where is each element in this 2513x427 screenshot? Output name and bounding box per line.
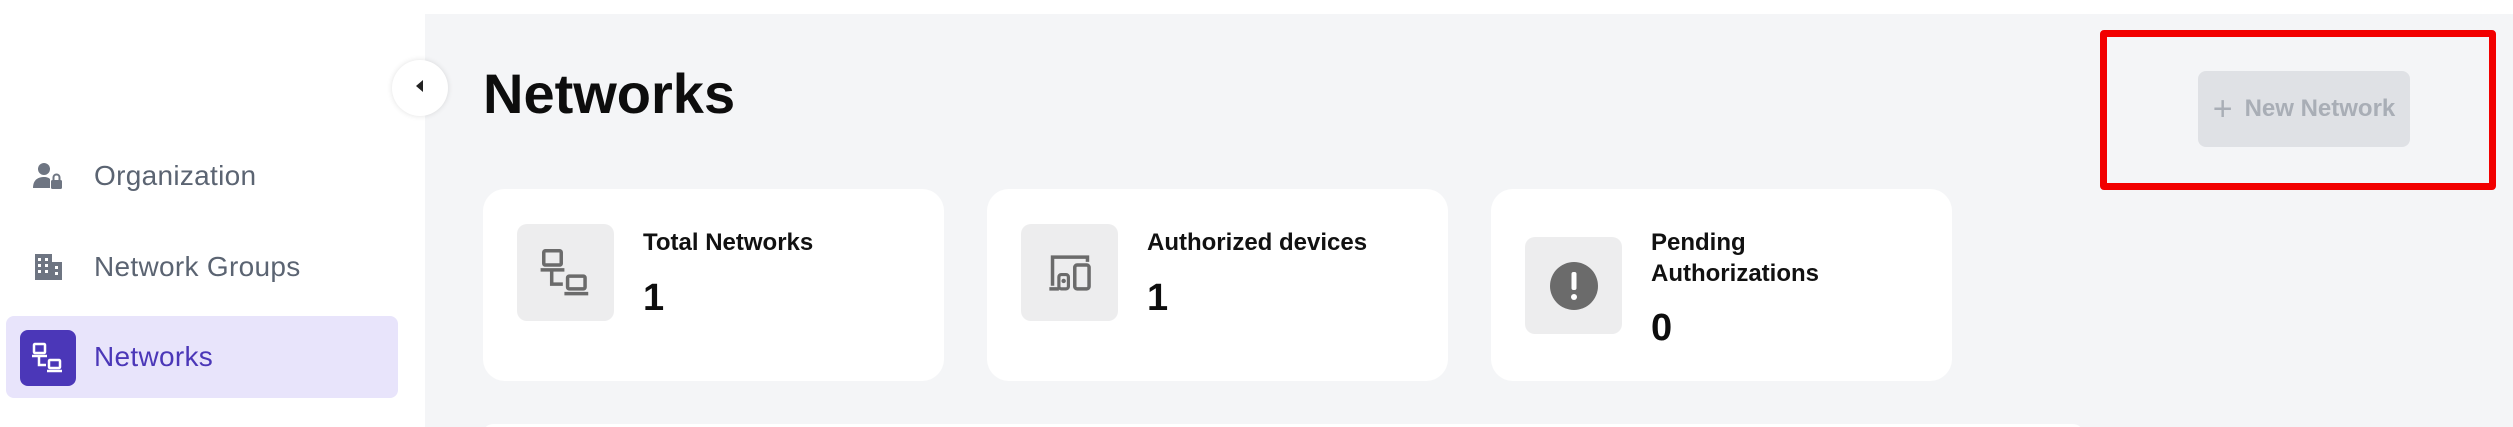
alert-icon: [1525, 237, 1622, 334]
stat-value: 1: [643, 277, 665, 319]
stat-card-authorized-devices: Authorized devices 1: [987, 189, 1448, 381]
plus-icon: +: [2212, 90, 2233, 128]
sidebar-item-network-groups[interactable]: Network Groups: [6, 226, 398, 308]
sidebar-collapse-button[interactable]: [392, 60, 448, 116]
stat-label: Pending Authorizations: [1651, 229, 1819, 287]
main-content: Networks + New Network Total Networks 1: [425, 14, 2513, 427]
new-network-label: New Network: [2244, 95, 2396, 122]
sidebar-item-label: Network Groups: [94, 251, 301, 282]
chevron-left-icon: [413, 78, 427, 99]
stat-label: Total Networks: [643, 229, 814, 256]
building-icon: [28, 247, 68, 287]
stat-value: 0: [1651, 307, 1673, 349]
stat-card-total-networks: Total Networks 1: [483, 189, 944, 381]
network-icon: [20, 330, 76, 386]
stat-value: 1: [1147, 277, 1169, 319]
app-root: Organization Network Groups Networks Net…: [0, 0, 2513, 427]
sidebar: Organization Network Groups Networks: [0, 0, 425, 427]
sidebar-item-label: Organization: [94, 160, 257, 191]
devices-icon: [1021, 224, 1118, 321]
user-lock-icon: [28, 156, 68, 196]
new-network-button[interactable]: + New Network: [2198, 71, 2410, 147]
sidebar-item-organization[interactable]: Organization: [6, 135, 398, 217]
sidebar-item-networks[interactable]: Networks: [6, 316, 398, 398]
sidebar-item-label: Networks: [94, 341, 214, 372]
network-icon: [517, 224, 614, 321]
stat-label: Authorized devices: [1147, 229, 1368, 256]
stat-card-pending-authorizations: Pending Authorizations 0: [1491, 189, 1952, 381]
page-title: Networks: [483, 62, 736, 125]
